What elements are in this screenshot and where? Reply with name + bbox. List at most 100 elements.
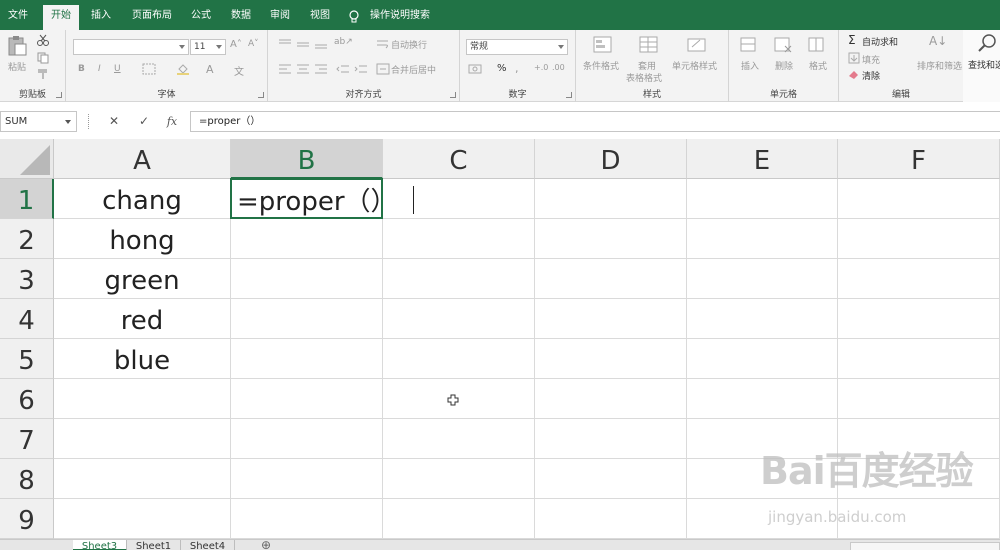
bold-button[interactable]: B xyxy=(78,64,85,74)
cell-f5[interactable] xyxy=(838,339,1000,379)
insert-function-icon[interactable]: fx xyxy=(159,111,185,132)
cell-b6[interactable] xyxy=(231,379,383,419)
tab-page-layout[interactable]: 页面布局 xyxy=(125,0,179,30)
orientation-icon[interactable]: ab↗ xyxy=(334,37,353,47)
add-sheet-icon[interactable]: ⊕ xyxy=(259,540,273,550)
cut-icon[interactable] xyxy=(36,34,50,46)
column-header-e[interactable]: E xyxy=(687,139,838,179)
cell-e4[interactable] xyxy=(687,299,838,339)
font-name-combo[interactable] xyxy=(73,39,189,55)
cell-b2[interactable] xyxy=(231,219,383,259)
fill-color-icon[interactable] xyxy=(176,63,190,75)
tab-home[interactable]: 开始 xyxy=(43,5,79,30)
delete-cells-button[interactable]: 删除 xyxy=(775,59,793,72)
eraser-icon[interactable] xyxy=(847,68,861,80)
increase-font-icon[interactable]: A˄ xyxy=(230,39,242,50)
cell-a4[interactable]: red xyxy=(54,299,231,339)
cell-b4[interactable] xyxy=(231,299,383,339)
sigma-icon[interactable]: Σ xyxy=(848,33,856,47)
paste-button[interactable]: 粘贴 xyxy=(8,60,26,73)
cell-b3[interactable] xyxy=(231,259,383,299)
tab-view[interactable]: 视图 xyxy=(303,0,337,30)
cell-f9[interactable] xyxy=(838,499,1000,539)
cell-d3[interactable] xyxy=(535,259,687,299)
cell-d8[interactable] xyxy=(535,459,687,499)
underline-button[interactable]: U xyxy=(114,64,121,74)
delete-cells-icon[interactable] xyxy=(772,35,794,55)
cell-e7[interactable] xyxy=(687,419,838,459)
align-left-icon[interactable] xyxy=(278,63,292,75)
increase-indent-icon[interactable] xyxy=(354,63,368,75)
row-header-2[interactable]: 2 xyxy=(0,219,54,259)
row-header-1[interactable]: 1 xyxy=(0,179,54,219)
merge-center-button[interactable]: 合并后居中 xyxy=(391,63,436,76)
cell-e8[interactable] xyxy=(687,459,838,499)
cell-c3[interactable] xyxy=(383,259,535,299)
wrap-text-icon[interactable] xyxy=(376,38,390,50)
cell-f8[interactable] xyxy=(838,459,1000,499)
paste-icon[interactable] xyxy=(6,36,28,56)
sheet-tab-sheet1[interactable]: Sheet1 xyxy=(127,540,181,550)
formula-bar-grip[interactable] xyxy=(88,114,90,129)
copy-icon[interactable] xyxy=(36,52,50,64)
format-as-table-line2[interactable]: 表格格式 xyxy=(626,71,662,84)
column-header-c[interactable]: C xyxy=(383,139,535,179)
cell-f3[interactable] xyxy=(838,259,1000,299)
cell-d9[interactable] xyxy=(535,499,687,539)
format-as-table-icon[interactable] xyxy=(638,35,660,55)
column-header-a[interactable]: A xyxy=(54,139,231,179)
tab-review[interactable]: 审阅 xyxy=(263,0,297,30)
formula-input[interactable]: =proper（） xyxy=(190,111,1000,132)
clear-button[interactable]: 清除 xyxy=(862,69,880,82)
alignment-launcher[interactable] xyxy=(450,92,456,98)
row-header-4[interactable]: 4 xyxy=(0,299,54,339)
cell-d4[interactable] xyxy=(535,299,687,339)
cell-a3[interactable]: green xyxy=(54,259,231,299)
increase-decimal-icon[interactable]: +.0 xyxy=(534,63,548,72)
decrease-indent-icon[interactable] xyxy=(336,63,350,75)
row-header-5[interactable]: 5 xyxy=(0,339,54,379)
column-header-f[interactable]: F xyxy=(838,139,1000,179)
cell-c4[interactable] xyxy=(383,299,535,339)
cell-e1[interactable] xyxy=(687,179,838,219)
cell-b5[interactable] xyxy=(231,339,383,379)
cell-f6[interactable] xyxy=(838,379,1000,419)
enter-icon[interactable]: ✓ xyxy=(131,111,157,132)
cell-b9[interactable] xyxy=(231,499,383,539)
cell-b7[interactable] xyxy=(231,419,383,459)
cell-a2[interactable]: hong xyxy=(54,219,231,259)
align-middle-icon[interactable] xyxy=(296,38,310,50)
cell-a6[interactable] xyxy=(54,379,231,419)
format-painter-icon[interactable] xyxy=(36,68,50,80)
align-bottom-icon[interactable] xyxy=(314,38,328,50)
decrease-font-icon[interactable]: A˅ xyxy=(248,39,259,49)
search-icon[interactable] xyxy=(977,33,999,53)
cell-f4[interactable] xyxy=(838,299,1000,339)
cell-c1[interactable] xyxy=(383,179,535,219)
cell-d6[interactable] xyxy=(535,379,687,419)
autosum-button[interactable]: 自动求和 xyxy=(862,35,898,48)
cancel-icon[interactable]: ✕ xyxy=(101,111,127,132)
row-header-7[interactable]: 7 xyxy=(0,419,54,459)
find-select-button[interactable]: 查找和选 xyxy=(968,58,1000,71)
column-header-b[interactable]: B xyxy=(231,139,383,179)
fill-down-icon[interactable] xyxy=(847,52,861,64)
name-box[interactable]: SUM xyxy=(0,111,77,132)
cell-d1[interactable] xyxy=(535,179,687,219)
cell-c5[interactable] xyxy=(383,339,535,379)
cell-f2[interactable] xyxy=(838,219,1000,259)
format-cells-button[interactable]: 格式 xyxy=(809,59,827,72)
format-cells-icon[interactable] xyxy=(806,35,828,55)
row-header-9[interactable]: 9 xyxy=(0,499,54,539)
tab-formulas[interactable]: 公式 xyxy=(184,0,218,30)
cell-b8[interactable] xyxy=(231,459,383,499)
row-header-3[interactable]: 3 xyxy=(0,259,54,299)
cell-e3[interactable] xyxy=(687,259,838,299)
cell-a5[interactable]: blue xyxy=(54,339,231,379)
cell-a8[interactable] xyxy=(54,459,231,499)
fill-button[interactable]: 填充 xyxy=(862,53,880,66)
horizontal-scrollbar[interactable] xyxy=(850,542,1000,550)
cell-c8[interactable] xyxy=(383,459,535,499)
accounting-format-icon[interactable] xyxy=(468,63,482,75)
select-all-button[interactable] xyxy=(0,139,54,179)
